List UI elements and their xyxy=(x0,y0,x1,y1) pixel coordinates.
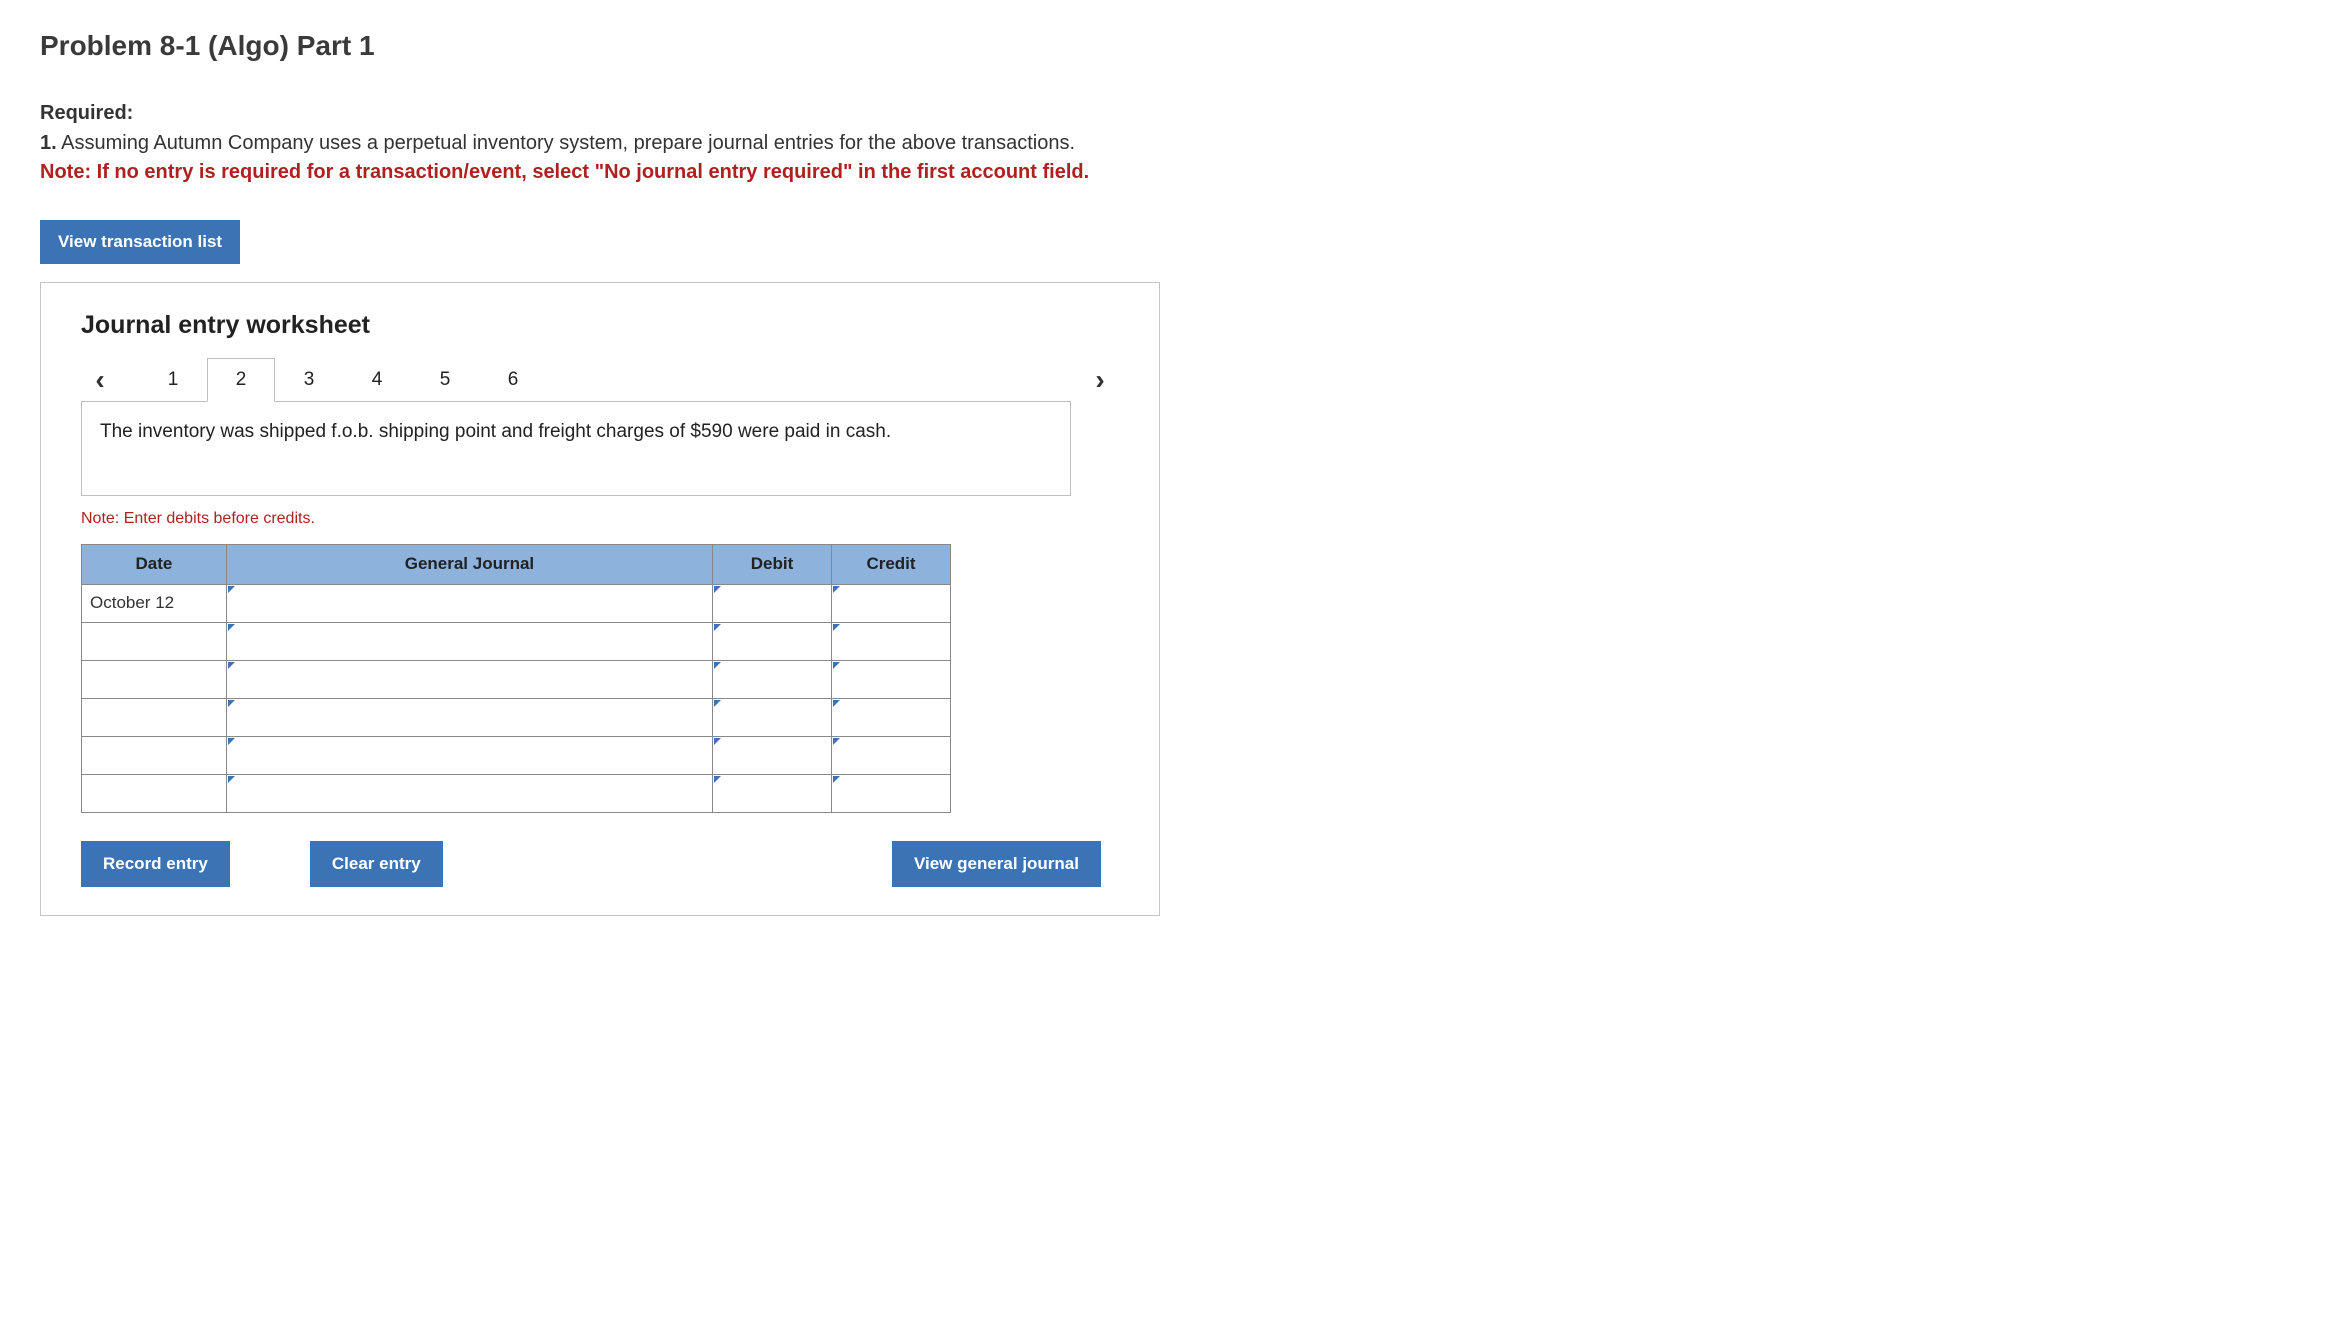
worksheet-title: Journal entry worksheet xyxy=(81,311,1119,340)
view-general-journal-button[interactable]: View general journal xyxy=(892,841,1101,887)
dropdown-indicator-icon xyxy=(833,586,840,593)
dropdown-indicator-icon xyxy=(714,586,721,593)
cell-debit[interactable] xyxy=(713,774,832,812)
dropdown-indicator-icon xyxy=(228,700,235,707)
page-title: Problem 8-1 (Algo) Part 1 xyxy=(40,30,2306,62)
note-red: Note: If no entry is required for a tran… xyxy=(40,161,2306,184)
dropdown-indicator-icon xyxy=(714,738,721,745)
dropdown-indicator-icon xyxy=(714,776,721,783)
cell-credit[interactable] xyxy=(832,774,951,812)
header-general-journal: General Journal xyxy=(226,544,712,584)
required-label: Required: xyxy=(40,102,2306,125)
table-row xyxy=(82,774,951,812)
cell-general-journal[interactable] xyxy=(226,774,712,812)
dropdown-indicator-icon xyxy=(228,738,235,745)
dropdown-indicator-icon xyxy=(833,738,840,745)
cell-date[interactable] xyxy=(82,698,227,736)
record-entry-button[interactable]: Record entry xyxy=(81,841,230,887)
table-row: October 12 xyxy=(82,584,951,622)
cell-date[interactable] xyxy=(82,736,227,774)
view-transaction-list-button[interactable]: View transaction list xyxy=(40,220,240,264)
dropdown-indicator-icon xyxy=(833,662,840,669)
worksheet-button-row: Record entry Clear entry View general jo… xyxy=(81,841,1101,887)
table-row xyxy=(82,660,951,698)
header-debit: Debit xyxy=(713,544,832,584)
tab-5[interactable]: 5 xyxy=(411,358,479,402)
table-row xyxy=(82,736,951,774)
journal-entry-worksheet: Journal entry worksheet ‹ 1 2 3 4 5 6 › … xyxy=(40,282,1160,916)
dropdown-indicator-icon xyxy=(714,624,721,631)
tab-6[interactable]: 6 xyxy=(479,358,547,402)
cell-date[interactable] xyxy=(82,660,227,698)
dropdown-indicator-icon xyxy=(833,776,840,783)
cell-date[interactable] xyxy=(82,622,227,660)
instruction-line: 1. Assuming Autumn Company uses a perpet… xyxy=(40,129,2306,157)
cell-general-journal[interactable] xyxy=(226,698,712,736)
cell-debit[interactable] xyxy=(713,698,832,736)
cell-general-journal[interactable] xyxy=(226,584,712,622)
tab-2[interactable]: 2 xyxy=(207,358,275,402)
dropdown-indicator-icon xyxy=(228,586,235,593)
dropdown-indicator-icon xyxy=(228,662,235,669)
tab-3[interactable]: 3 xyxy=(275,358,343,402)
clear-entry-button[interactable]: Clear entry xyxy=(310,841,443,887)
cell-debit[interactable] xyxy=(713,584,832,622)
cell-general-journal[interactable] xyxy=(226,660,712,698)
dropdown-indicator-icon xyxy=(833,624,840,631)
cell-date[interactable] xyxy=(82,774,227,812)
chevron-left-icon[interactable]: ‹ xyxy=(81,364,119,396)
cell-general-journal[interactable] xyxy=(226,622,712,660)
dropdown-indicator-icon xyxy=(714,662,721,669)
cell-date[interactable]: October 12 xyxy=(82,584,227,622)
header-credit: Credit xyxy=(832,544,951,584)
cell-general-journal[interactable] xyxy=(226,736,712,774)
cell-credit[interactable] xyxy=(832,584,951,622)
header-date: Date xyxy=(82,544,227,584)
instruction-text: Assuming Autumn Company uses a perpetual… xyxy=(61,132,1075,154)
tab-4[interactable]: 4 xyxy=(343,358,411,402)
tab-1[interactable]: 1 xyxy=(139,358,207,402)
table-row xyxy=(82,622,951,660)
cell-credit[interactable] xyxy=(832,736,951,774)
transaction-description: The inventory was shipped f.o.b. shippin… xyxy=(81,401,1071,496)
instruction-number: 1. xyxy=(40,132,57,154)
tabs: 1 2 3 4 5 6 xyxy=(139,358,547,402)
cell-debit[interactable] xyxy=(713,660,832,698)
cell-credit[interactable] xyxy=(832,660,951,698)
chevron-right-icon[interactable]: › xyxy=(1081,364,1119,396)
enter-debits-note: Note: Enter debits before credits. xyxy=(81,510,1119,528)
tab-row: ‹ 1 2 3 4 5 6 › xyxy=(81,358,1119,402)
journal-entry-table: Date General Journal Debit Credit Octobe… xyxy=(81,544,951,813)
dropdown-indicator-icon xyxy=(714,700,721,707)
cell-credit[interactable] xyxy=(832,698,951,736)
table-row xyxy=(82,698,951,736)
cell-credit[interactable] xyxy=(832,622,951,660)
dropdown-indicator-icon xyxy=(228,776,235,783)
cell-debit[interactable] xyxy=(713,622,832,660)
cell-debit[interactable] xyxy=(713,736,832,774)
dropdown-indicator-icon xyxy=(228,624,235,631)
dropdown-indicator-icon xyxy=(833,700,840,707)
